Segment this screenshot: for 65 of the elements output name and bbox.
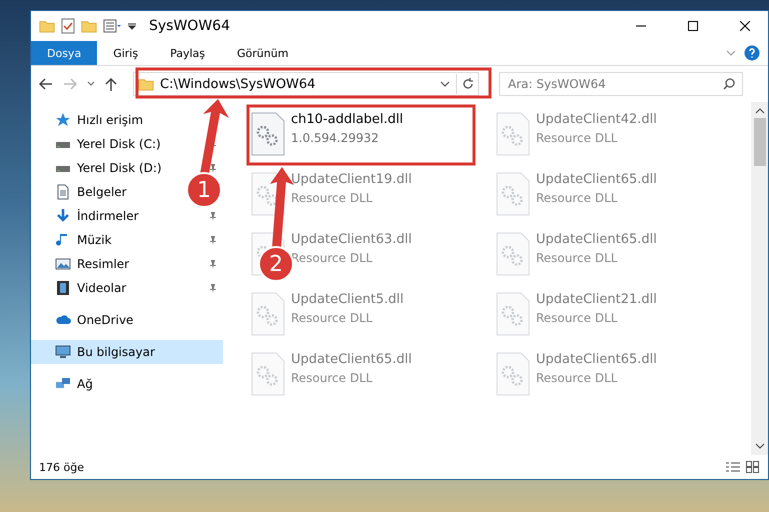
search-field[interactable]: Ara: SysWOW64 (499, 72, 743, 96)
file-name[interactable]: UpdateClient65.dll (536, 172, 657, 187)
file-name[interactable]: UpdateClient42.dll (536, 112, 657, 127)
file-detail: Resource DLL (291, 191, 374, 205)
file-detail: Resource DLL (291, 371, 374, 385)
tiles-view-icon[interactable] (746, 461, 760, 473)
new-folder-icon (81, 20, 97, 32)
address-path: C:\Windows\SysWOW64 (160, 76, 316, 92)
scroll-up-icon[interactable] (754, 108, 764, 114)
maximize-icon (688, 21, 698, 31)
sidebar-item[interactable]: İndirmeler (31, 204, 143, 228)
download-arrow-icon (55, 208, 71, 224)
file-name[interactable]: UpdateClient21.dll (536, 292, 657, 307)
file-detail: Resource DLL (536, 311, 618, 325)
computer-icon (55, 344, 71, 360)
file-name[interactable]: UpdateClient19.dll (291, 172, 412, 187)
up-arrow-icon[interactable] (105, 77, 117, 91)
sidebar-item[interactable]: OneDrive (31, 308, 138, 332)
sidebar-item[interactable]: Resimler (31, 252, 134, 276)
file-detail: Resource DLL (536, 191, 618, 205)
file-name[interactable]: UpdateClient63.dll (291, 232, 412, 247)
properties-icon (103, 19, 121, 33)
file-detail: Resource DLL (536, 131, 618, 145)
refresh-icon (462, 78, 474, 90)
window-title: SysWOW64 (149, 18, 230, 34)
file-detail: Resource DLL (536, 251, 618, 265)
sidebar-item[interactable]: Yerel Disk (C:) (31, 132, 165, 156)
document-icon (55, 184, 71, 200)
star-icon (55, 112, 71, 128)
sidebar-item[interactable]: Yerel Disk (D:) (31, 156, 166, 180)
file-name[interactable]: UpdateClient65.dll (291, 352, 412, 367)
scrollbar[interactable] (751, 102, 768, 455)
details-view-icon[interactable] (726, 461, 740, 473)
folder-icon (39, 20, 55, 32)
item-count: 176 öğe (39, 460, 84, 474)
file-detail: Resource DLL (291, 251, 374, 265)
file-detail: Resource DLL (536, 371, 618, 385)
scrollbar-thumb[interactable] (754, 118, 766, 166)
back-arrow-icon[interactable] (39, 78, 53, 90)
checklist-icon (61, 18, 75, 34)
file-name[interactable]: UpdateClient65.dll (536, 352, 657, 367)
sidebar-item[interactable]: Müzik (31, 228, 116, 252)
file-name[interactable]: ch10-addlabel.dll (291, 112, 404, 127)
file-name[interactable]: UpdateClient5.dll (291, 292, 404, 307)
folder-icon (138, 78, 154, 90)
sidebar-item[interactable]: Hızlı erişim (31, 108, 148, 132)
file-detail: Resource DLL (291, 311, 374, 325)
file-detail: 1.0.594.29932 (291, 131, 380, 145)
scroll-down-icon[interactable] (754, 443, 764, 449)
chevron-down-icon[interactable] (87, 81, 95, 87)
sidebar-item[interactable]: Belgeler (31, 180, 131, 204)
address-field[interactable]: C:\Windows\SysWOW64 (133, 72, 479, 96)
ribbon-tab[interactable]: Dosya (31, 41, 98, 65)
search-icon (723, 78, 735, 90)
file-name[interactable]: UpdateClient65.dll (536, 232, 657, 247)
sidebar-item[interactable]: Ağ (31, 372, 97, 396)
picture-icon (55, 256, 71, 272)
sidebar-item[interactable]: Bu bilgisayar (31, 340, 223, 364)
film-icon (55, 280, 71, 296)
sidebar-item[interactable]: Videolar (31, 276, 130, 300)
help-icon[interactable] (744, 45, 760, 61)
minimize-icon (636, 25, 646, 27)
dropdown-arrow-icon[interactable] (127, 21, 137, 31)
chevron-down-icon[interactable] (440, 81, 450, 87)
close-icon (740, 21, 750, 31)
